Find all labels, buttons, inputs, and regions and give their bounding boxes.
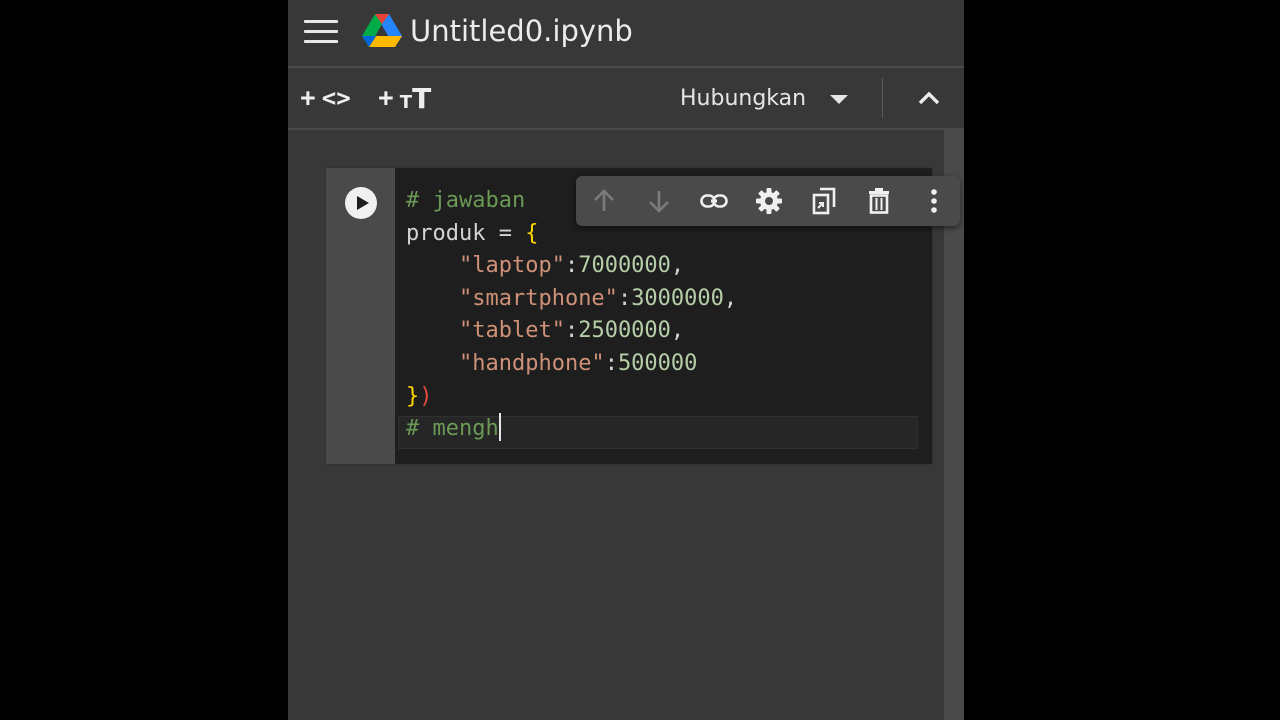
colab-app: Untitled0.ipynb + <> + TT Hubungkan # ja… <box>288 0 964 720</box>
link-icon[interactable] <box>700 187 728 215</box>
code-brackets-icon: <> <box>321 84 351 112</box>
gear-icon[interactable] <box>755 187 783 215</box>
plus-icon: + <box>300 82 316 113</box>
hamburger-menu-icon[interactable] <box>304 20 338 46</box>
mirror-cell-icon[interactable] <box>810 187 838 215</box>
trash-icon[interactable] <box>865 187 893 215</box>
caret-down-icon[interactable] <box>830 95 849 104</box>
notebook-content: # jawaban produk = { "laptop":7000000, "s… <box>288 130 964 720</box>
plus-icon: + <box>378 82 394 113</box>
connect-runtime-button[interactable]: Hubungkan <box>680 82 849 114</box>
notebook-toolbar: + <> + TT Hubungkan <box>288 68 964 130</box>
arrow-up-icon[interactable] <box>590 187 618 215</box>
code-line: }) <box>406 383 433 409</box>
notebook-title[interactable]: Untitled0.ipynb <box>410 14 633 48</box>
connect-label: Hubungkan <box>680 85 807 111</box>
add-text-cell-button[interactable]: + TT <box>378 81 432 115</box>
chevron-up-icon[interactable] <box>916 86 942 110</box>
toolbar-divider <box>882 78 883 118</box>
add-code-cell-button[interactable]: + <> <box>300 82 351 114</box>
text-cursor <box>498 413 501 442</box>
cell-gutter <box>326 168 395 464</box>
code-line: # mengh <box>406 413 737 446</box>
arrow-down-icon[interactable] <box>645 187 673 215</box>
code-line: "tablet":2500000, <box>458 318 685 344</box>
text-format-icon: TT <box>399 81 432 115</box>
code-line: "laptop":7000000, <box>458 253 685 279</box>
app-bar: Untitled0.ipynb <box>288 0 964 68</box>
cell-toolbar <box>576 176 960 226</box>
code-line: "handphone":500000 <box>458 350 698 376</box>
code-cell[interactable]: # jawaban produk = { "laptop":7000000, "s… <box>325 167 960 465</box>
more-vert-icon[interactable] <box>920 187 948 215</box>
play-circle-icon[interactable] <box>345 187 377 219</box>
google-drive-logo-icon <box>362 14 402 47</box>
code-line: "smartphone":3000000, <box>458 285 738 311</box>
